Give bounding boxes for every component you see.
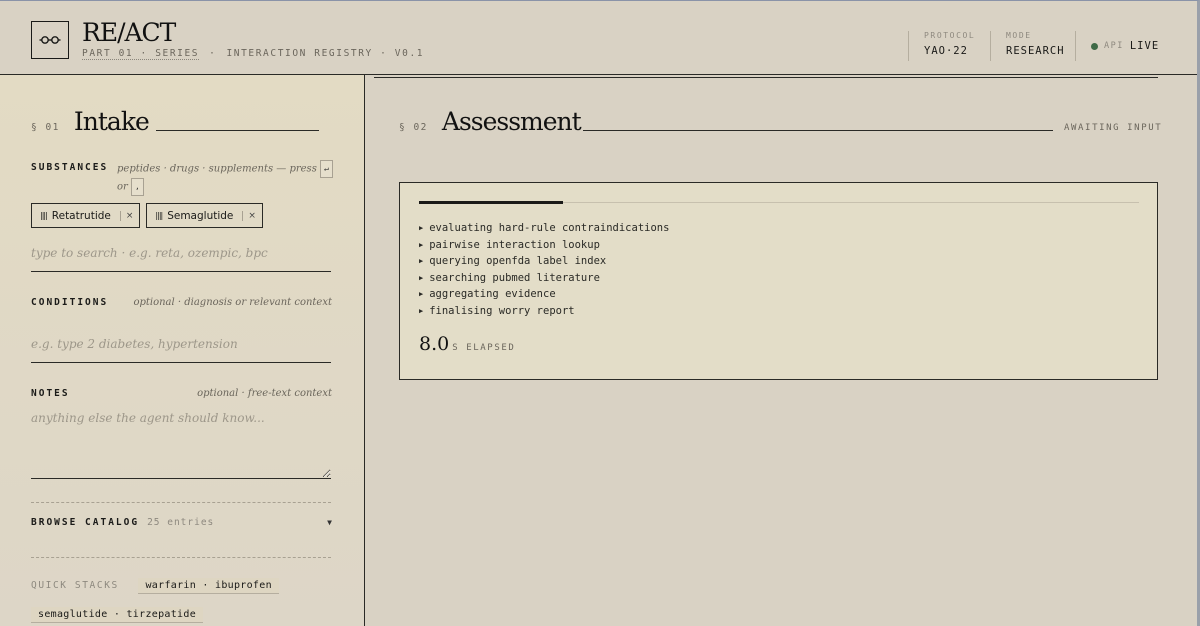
conditions-label: CONDITIONS: [31, 297, 109, 308]
brand-title: RE/ACT: [82, 18, 176, 47]
conditions-hint: optional · diagnosis or relevant context: [133, 297, 332, 308]
chip-label: Semaglutide: [167, 209, 234, 222]
protocol-label: PROTOCOL: [924, 31, 976, 40]
step-text: querying openfda label index: [429, 255, 607, 268]
barcode-icon: ||||: [155, 211, 163, 220]
app-window: RE/ACT PART 01 · SERIES · INTERACTION REGI…: [0, 0, 1200, 626]
substances-hint: peptides · drugs · supplements — press ↵…: [117, 160, 337, 196]
step-item: ▶ querying openfda label index: [419, 253, 669, 270]
remove-chip-icon[interactable]: ×: [119, 210, 133, 221]
step-item: ▶ pairwise interaction lookup: [419, 237, 669, 254]
notes-textarea[interactable]: [31, 411, 331, 479]
step-list: ▶ evaluating hard-rule contraindications ▶…: [419, 220, 669, 320]
barcode-icon: ||||: [40, 211, 48, 220]
elapsed-timer: 8.0 S ELAPSED: [419, 333, 515, 355]
intake-panel: § 01 Intake SUBSTANCES peptides · drugs …: [0, 75, 365, 626]
notes-label: NOTES: [31, 388, 70, 399]
api-label: API: [1104, 41, 1124, 51]
intake-title: Intake: [73, 107, 150, 136]
notes-header: NOTES optional · free-text context: [31, 388, 332, 399]
progress-card: ▶ evaluating hard-rule contraindications ▶…: [399, 182, 1158, 380]
mode-label: MODE: [1006, 31, 1032, 40]
substance-chips: |||| Retatrutide × |||| Semaglutide ×: [31, 203, 263, 228]
glasses-icon: [39, 36, 61, 44]
registry-version: INTERACTION REGISTRY · V0.1: [226, 48, 425, 59]
logo-mark[interactable]: [31, 21, 69, 59]
triangle-right-icon: ▶: [419, 273, 424, 282]
catalog-label: BROWSE CATALOG: [31, 517, 140, 528]
step-text: pairwise interaction lookup: [429, 238, 600, 251]
mode-stat: MODE RESEARCH: [990, 31, 1065, 61]
series-link[interactable]: PART 01 · SERIES: [82, 48, 200, 60]
step-item: ▶ searching pubmed literature: [419, 270, 669, 287]
enter-key-icon: ↵: [320, 160, 333, 178]
triangle-right-icon: ▶: [419, 224, 424, 232]
step-item: ▶ aggregating evidence: [419, 286, 669, 303]
chevron-down-icon: ▼: [327, 518, 332, 527]
step-text: aggregating evidence: [429, 288, 556, 301]
step-text: searching pubmed literature: [429, 271, 600, 284]
step-item: ▶ evaluating hard-rule contraindications: [419, 220, 669, 237]
catalog-count: 25 entries: [147, 517, 215, 528]
quick-stack-item[interactable]: warfarin · ibuprofen: [138, 578, 279, 594]
quick-stacks-label: QUICK STACKS: [31, 580, 119, 591]
conditions-header: CONDITIONS optional · diagnosis or relev…: [31, 297, 332, 308]
quick-stacks: QUICK STACKS warfarin · ibuprofen semagl…: [31, 573, 336, 623]
step-item: ▶ finalising worry report: [419, 303, 669, 320]
substance-search-input[interactable]: [31, 235, 331, 272]
notes-hint: optional · free-text context: [197, 388, 332, 399]
api-status: API LIVE: [1075, 31, 1159, 61]
step-text: evaluating hard-rule contraindications: [429, 222, 670, 234]
assessment-section-number: § 02: [399, 122, 428, 133]
mode-value: RESEARCH: [1006, 45, 1065, 57]
chip-label: Retatrutide: [51, 209, 111, 222]
triangle-right-icon: ▶: [419, 257, 424, 266]
brand-subtitle: PART 01 · SERIES · INTERACTION REGISTRY · …: [82, 48, 425, 60]
protocol-stat: PROTOCOL YAO·22: [908, 31, 975, 61]
quick-stack-item[interactable]: semaglutide · tirzepatide: [31, 607, 204, 623]
top-header: RE/ACT PART 01 · SERIES · INTERACTION REGI…: [0, 1, 1197, 75]
assessment-panel: § 02 Assessment AWAITING INPUT ▶ evaluati…: [366, 75, 1197, 626]
status-badge: AWAITING INPUT: [1064, 123, 1163, 133]
elapsed-unit: S ELAPSED: [452, 343, 516, 353]
browse-catalog-toggle[interactable]: BROWSE CATALOG 25 entries ▼: [31, 517, 332, 528]
intake-section-number: § 01: [31, 122, 60, 133]
substance-chip[interactable]: |||| Retatrutide ×: [31, 203, 141, 228]
protocol-value: YAO·22: [924, 45, 968, 57]
substance-chip[interactable]: |||| Semaglutide ×: [146, 203, 263, 228]
triangle-right-icon: ▶: [419, 306, 424, 315]
divider: [31, 557, 331, 558]
hint-or: or: [117, 181, 128, 193]
remove-chip-icon[interactable]: ×: [242, 210, 256, 221]
substances-label: SUBSTANCES: [31, 162, 109, 173]
intake-rule: [156, 130, 319, 131]
triangle-right-icon: ▶: [419, 240, 424, 249]
assessment-title: Assessment: [441, 107, 582, 136]
step-text: finalising worry report: [429, 304, 575, 317]
elapsed-value: 8.0: [419, 333, 450, 355]
subtitle-separator: ·: [209, 48, 217, 59]
panel-top-rule: [374, 77, 1158, 78]
progress-fill: [419, 201, 563, 204]
comma-key-icon: ,: [131, 178, 144, 196]
divider: [31, 502, 331, 503]
triangle-right-icon: ▶: [419, 290, 424, 299]
substances-hint-text: peptides · drugs · supplements — press: [117, 163, 317, 175]
intake-heading: § 01 Intake: [31, 107, 150, 136]
assessment-heading: § 02 Assessment: [399, 107, 582, 136]
api-value: LIVE: [1129, 40, 1160, 52]
conditions-input[interactable]: [31, 325, 331, 363]
assessment-rule: [583, 130, 1053, 131]
status-dot-icon: [1091, 42, 1098, 50]
